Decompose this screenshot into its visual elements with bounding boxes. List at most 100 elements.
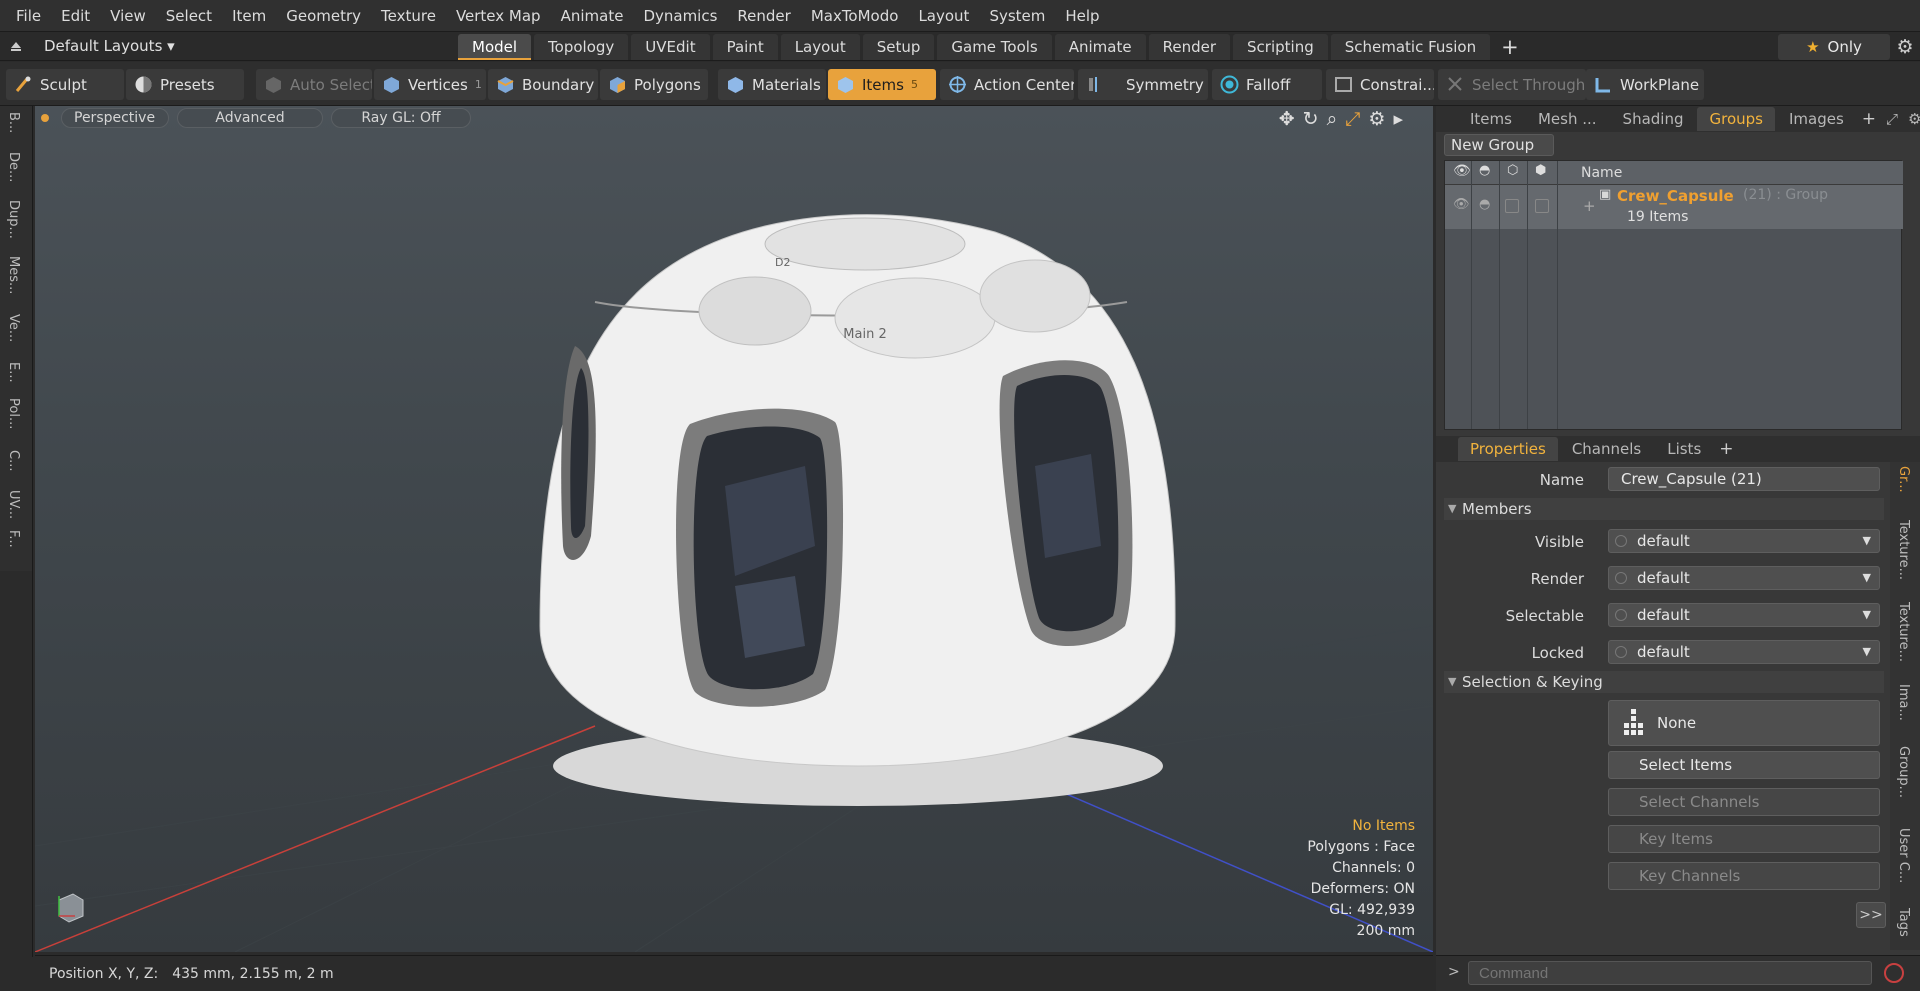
zoom-icon[interactable]: ⌕ <box>1327 108 1338 130</box>
action-center-button[interactable]: Action Center <box>940 69 1074 100</box>
menu-help[interactable]: Help <box>1055 7 1109 25</box>
only-button[interactable]: ★ Only <box>1778 34 1890 60</box>
vertices-button[interactable]: Vertices 1 <box>374 69 486 100</box>
tab-properties[interactable]: Properties <box>1458 437 1558 461</box>
rotate-icon[interactable]: ↻ <box>1303 108 1319 130</box>
tab-images[interactable]: Images <box>1777 107 1856 131</box>
lock-col-icon[interactable]: ⬡ <box>1507 163 1518 178</box>
menu-maxtomodo[interactable]: MaxToModo <box>801 7 909 25</box>
left-tab-2[interactable]: De... <box>6 152 21 182</box>
right-tab-1[interactable]: Gr... <box>1896 466 1911 493</box>
tab-lists[interactable]: Lists <box>1655 437 1713 461</box>
record-icon[interactable] <box>1884 963 1904 983</box>
sculpt-button[interactable]: Sculpt <box>6 69 124 100</box>
none-button[interactable]: None <box>1608 700 1880 746</box>
new-group-button[interactable]: New Group <box>1444 134 1554 156</box>
right-tab-7[interactable]: Tags <box>1896 908 1911 937</box>
left-tab-4[interactable]: Mes... <box>6 256 21 294</box>
select-items-button[interactable]: Select Items <box>1608 751 1880 779</box>
menu-animate[interactable]: Animate <box>551 7 634 25</box>
tab-items[interactable]: Items <box>1458 107 1524 131</box>
ray-gl-button[interactable]: Ray GL: Off <box>331 108 471 128</box>
materials-button[interactable]: Materials <box>718 69 826 100</box>
command-input[interactable] <box>1468 961 1872 985</box>
more-button[interactable]: >> <box>1856 902 1886 928</box>
polygons-button[interactable]: Polygons <box>600 69 708 100</box>
viewport-gear-icon[interactable]: ⚙ <box>1368 108 1385 130</box>
tab-schematic-fusion[interactable]: Schematic Fusion <box>1330 34 1491 60</box>
tab-paint[interactable]: Paint <box>712 34 778 60</box>
layout-selector[interactable]: Default Layouts ▾ <box>8 32 175 60</box>
maximize-icon[interactable]: ⤢ <box>1882 107 1902 131</box>
menu-geometry[interactable]: Geometry <box>276 7 371 25</box>
right-tab-6[interactable]: User C... <box>1896 828 1911 883</box>
tab-topology[interactable]: Topology <box>534 34 629 60</box>
items-button[interactable]: Items 5 <box>828 69 936 100</box>
menu-select[interactable]: Select <box>156 7 222 25</box>
left-tab-7[interactable]: Pol... <box>6 398 21 429</box>
menu-dynamics[interactable]: Dynamics <box>633 7 727 25</box>
menu-render[interactable]: Render <box>727 7 800 25</box>
tab-setup[interactable]: Setup <box>862 34 935 60</box>
select-channels-button[interactable]: Select Channels <box>1608 788 1880 816</box>
constraints-button[interactable]: Constrai... <box>1326 69 1434 100</box>
left-tab-3[interactable]: Dup... <box>6 200 21 239</box>
menu-system[interactable]: System <box>979 7 1055 25</box>
tab-shading[interactable]: Shading <box>1611 107 1696 131</box>
tab-scripting[interactable]: Scripting <box>1233 34 1328 60</box>
add-panel-tab-icon[interactable]: + <box>1858 107 1880 131</box>
left-tab-10[interactable]: F... <box>6 530 21 548</box>
select-col-icon[interactable]: ⬢ <box>1535 163 1546 178</box>
gear-icon[interactable]: ⚙ <box>1894 36 1916 58</box>
3d-viewport[interactable]: Main 2 D2 Perspective Advanced Ray GL: O… <box>35 106 1433 952</box>
tab-render[interactable]: Render <box>1148 34 1231 60</box>
selection-keying-section[interactable]: ▼ Selection & Keying <box>1444 671 1884 693</box>
tab-game-tools[interactable]: Game Tools <box>937 34 1052 60</box>
right-tab-5[interactable]: Group... <box>1896 746 1911 798</box>
tab-uvedit[interactable]: UVEdit <box>631 34 710 60</box>
layout-label[interactable]: Default Layouts ▾ <box>44 37 175 55</box>
workplane-button[interactable]: WorkPlane <box>1586 69 1704 100</box>
right-tab-2[interactable]: Texture... <box>1896 520 1911 580</box>
collapse-arrow-icon[interactable] <box>8 39 24 53</box>
shading-mode-button[interactable]: Advanced <box>177 108 323 128</box>
menu-view[interactable]: View <box>100 7 156 25</box>
boundary-button[interactable]: Boundary <box>488 69 598 100</box>
selectable-dropdown[interactable]: default ▼ <box>1608 603 1880 627</box>
fit-icon[interactable]: ⤢ <box>1345 108 1360 130</box>
menu-edit[interactable]: Edit <box>51 7 100 25</box>
panel-gear-icon[interactable]: ⚙ <box>1904 107 1920 131</box>
left-tab-1[interactable]: B... <box>6 112 21 133</box>
expand-group-icon[interactable]: + <box>1583 197 1596 215</box>
left-tab-9[interactable]: UV... <box>6 490 21 519</box>
left-tab-5[interactable]: Ve... <box>6 314 21 342</box>
menu-item[interactable]: Item <box>222 7 276 25</box>
menu-file[interactable]: File <box>6 7 51 25</box>
view-mode-button[interactable]: Perspective <box>61 108 169 128</box>
tab-layout[interactable]: Layout <box>780 34 860 60</box>
left-tab-6[interactable]: E... <box>6 362 21 383</box>
tab-channels[interactable]: Channels <box>1560 437 1653 461</box>
add-props-tab-icon[interactable]: + <box>1715 437 1737 461</box>
tab-animate[interactable]: Animate <box>1054 34 1146 60</box>
tab-model[interactable]: Model <box>458 34 532 60</box>
tab-groups[interactable]: Groups <box>1697 107 1775 131</box>
row-select-box[interactable] <box>1535 199 1549 213</box>
name-column-header[interactable]: Name <box>1581 165 1622 181</box>
render-dropdown[interactable]: default ▼ <box>1608 566 1880 590</box>
name-field[interactable]: Crew_Capsule (21) <box>1608 467 1880 491</box>
symmetry-button[interactable]: Symmetry <box>1078 69 1208 100</box>
presets-button[interactable]: Presets <box>126 69 244 100</box>
tab-mesh[interactable]: Mesh ... <box>1526 107 1609 131</box>
row-render-icon[interactable]: ◓ <box>1479 197 1490 212</box>
visibility-col-icon[interactable]: 👁 <box>1453 163 1471 179</box>
row-visibility-icon[interactable]: 👁 <box>1453 197 1470 212</box>
menu-texture[interactable]: Texture <box>371 7 446 25</box>
render-col-icon[interactable]: ◓ <box>1479 163 1490 178</box>
locked-dropdown[interactable]: default ▼ <box>1608 640 1880 664</box>
left-tab-8[interactable]: C... <box>6 450 21 471</box>
auto-select-button[interactable]: Auto Select <box>256 69 372 100</box>
falloff-button[interactable]: Falloff <box>1212 69 1322 100</box>
add-tab-icon[interactable]: + <box>1493 34 1527 60</box>
select-through-button[interactable]: Select Through <box>1438 69 1586 100</box>
